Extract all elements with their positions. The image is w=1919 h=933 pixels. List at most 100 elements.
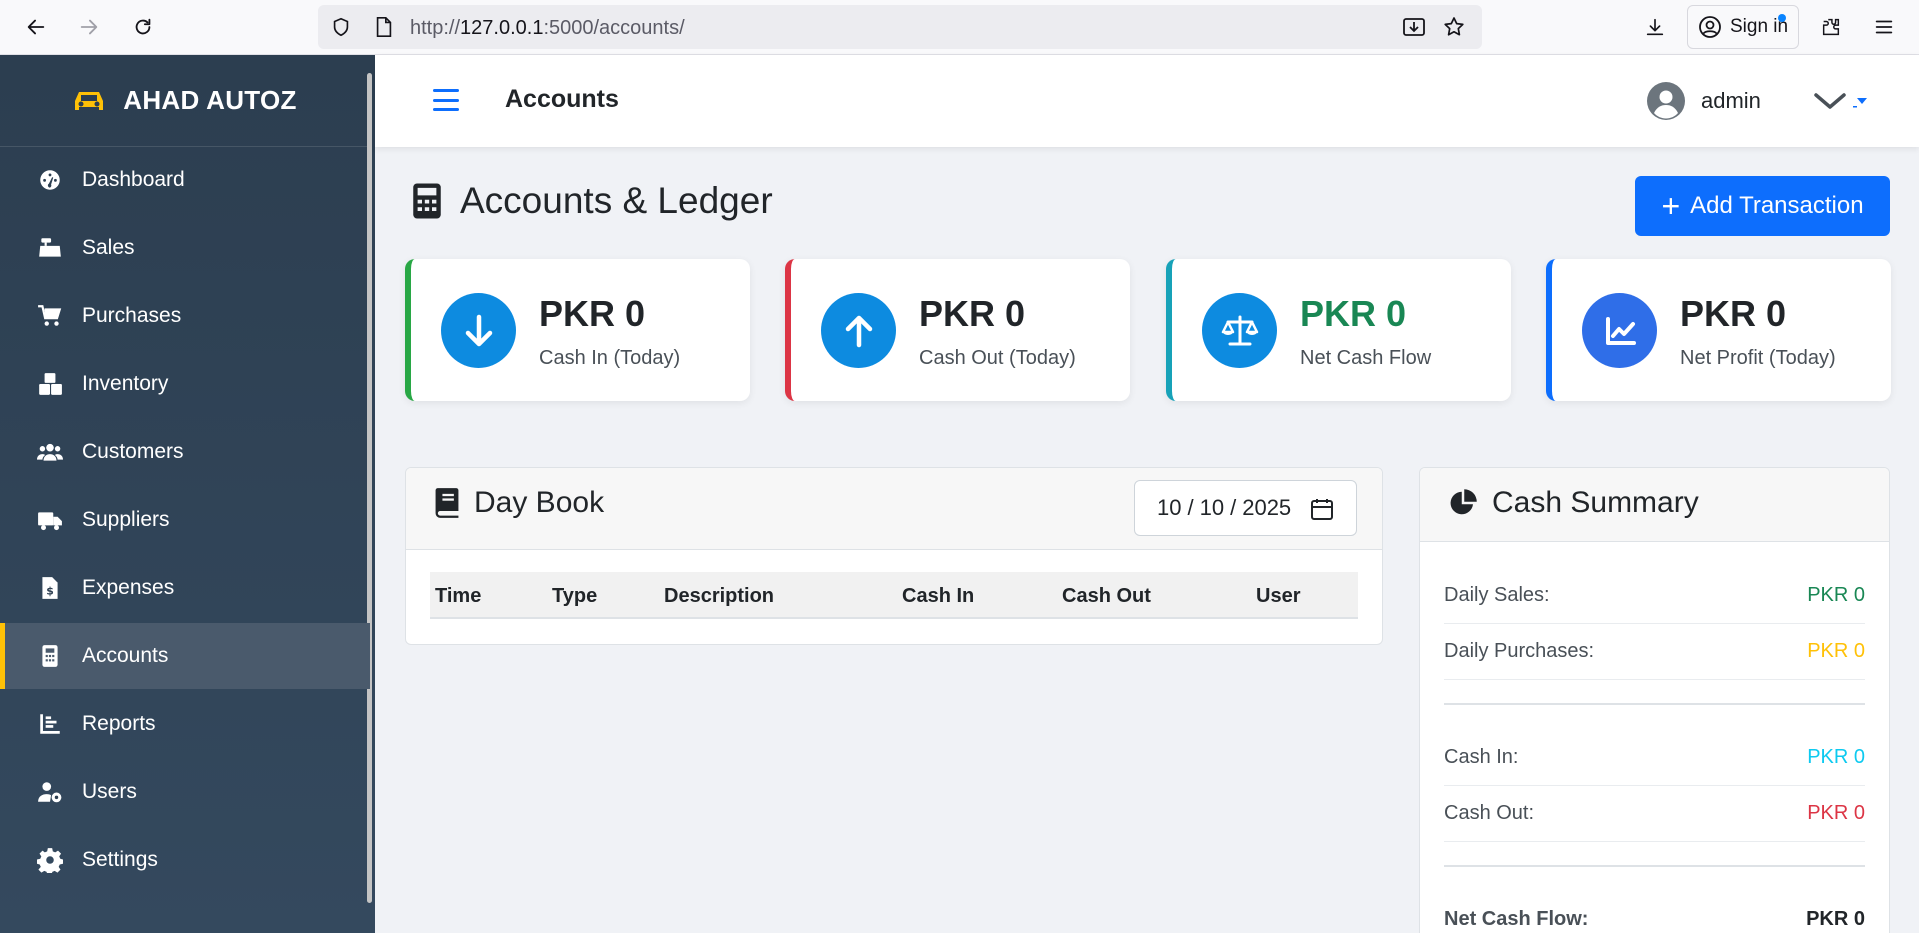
shield-icon[interactable]	[330, 16, 352, 38]
pie-chart-icon	[1450, 489, 1477, 515]
sidebar-item-label: Dashboard	[82, 168, 185, 191]
account-circle-icon	[1699, 16, 1721, 38]
summary-row-cash-out: Cash Out: PKR 0	[1444, 786, 1865, 842]
day-book-header: Day Book 10 / 10 / 2025	[406, 468, 1382, 550]
line-chart-icon	[1582, 293, 1657, 368]
section-title: Accounts & Ledger	[460, 180, 773, 221]
stat-card-net-cash-flow: PKR 0 Net Cash Flow	[1166, 259, 1511, 401]
sidebar-item-label: Inventory	[82, 372, 169, 395]
invoice-dollar-icon: $	[36, 574, 64, 602]
add-transaction-button[interactable]: + Add Transaction	[1635, 176, 1890, 236]
sidebar-toggle-icon[interactable]	[433, 89, 459, 111]
sidebar-item-label: Users	[82, 780, 137, 803]
stat-label: Cash Out (Today)	[919, 347, 1076, 369]
sidebar-item-label: Accounts	[82, 644, 169, 667]
stat-value: PKR 0	[919, 293, 1026, 334]
column-header-type[interactable]: Type	[552, 585, 597, 608]
browser-toolbar: http://127.0.0.1:5000/accounts/ Sign in	[0, 0, 1919, 55]
stat-label: Net Cash Flow	[1300, 347, 1432, 369]
sidebar-item-label: Settings	[82, 848, 158, 871]
summary-label: Daily Sales:	[1444, 584, 1550, 606]
summary-row-net-cash-flow: Net Cash Flow: PKR 0	[1444, 892, 1865, 933]
top-header: Accounts admin	[375, 55, 1919, 147]
column-header-cash-in[interactable]: Cash In	[902, 585, 974, 608]
date-year[interactable]: 2025	[1242, 495, 1291, 521]
forward-arrow-icon[interactable]	[72, 10, 106, 44]
avatar	[1647, 82, 1685, 120]
page-icon	[376, 17, 392, 37]
sidebar: AHAD AUTOZ Dashboard Sales Purchases Inv…	[0, 55, 375, 933]
arrow-down-icon	[441, 293, 516, 368]
stat-card-cash-in: PKR 0 Cash In (Today)	[405, 259, 750, 401]
sidebar-item-reports[interactable]: Reports	[0, 691, 370, 757]
sidebar-item-sales[interactable]: Sales	[0, 215, 370, 281]
sidebar-item-accounts[interactable]: Accounts	[0, 623, 370, 689]
sidebar-item-expenses[interactable]: $ Expenses	[0, 555, 370, 621]
cash-summary-title-text: Cash Summary	[1492, 486, 1699, 519]
sidebar-item-customers[interactable]: Customers	[0, 419, 370, 485]
table-header-row: Time Type Description Cash In Cash Out U…	[430, 572, 1358, 619]
brand[interactable]: AHAD AUTOZ	[0, 55, 370, 147]
summary-label: Cash Out:	[1444, 802, 1535, 824]
chevron-down-icon[interactable]	[1813, 91, 1847, 111]
page-title: Accounts	[505, 85, 619, 113]
stat-label: Net Profit (Today)	[1680, 347, 1836, 369]
stat-value: PKR 0	[1680, 293, 1787, 334]
user-gear-icon	[36, 778, 64, 806]
dashboard-gauge-icon	[36, 166, 64, 194]
user-menu[interactable]: admin	[1647, 82, 1871, 120]
url-text[interactable]: http://127.0.0.1:5000/accounts/	[410, 17, 685, 40]
calendar-icon[interactable]	[1310, 497, 1334, 521]
cart-icon	[36, 302, 64, 330]
date-day[interactable]: 10	[1200, 495, 1224, 521]
cash-summary-panel: Cash Summary Daily Sales: PKR 0 Daily Pu…	[1419, 467, 1890, 933]
car-icon	[75, 91, 104, 110]
date-input[interactable]: 10 / 10 / 2025	[1134, 480, 1357, 536]
extensions-puzzle-icon[interactable]	[1814, 10, 1848, 44]
stat-label: Cash In (Today)	[539, 347, 681, 369]
sidebar-item-purchases[interactable]: Purchases	[0, 283, 370, 349]
gear-icon	[36, 846, 64, 874]
stat-value: PKR 0	[1300, 293, 1407, 334]
balance-scale-icon	[1202, 293, 1277, 368]
summary-label: Cash In:	[1444, 746, 1519, 768]
column-header-description[interactable]: Description	[664, 585, 774, 608]
sidebar-item-label: Purchases	[82, 304, 182, 327]
stat-value: PKR 0	[539, 293, 646, 334]
bar-chart-icon	[36, 710, 64, 738]
sidebar-item-settings[interactable]: Settings	[0, 827, 370, 893]
cash-summary-header: Cash Summary	[1420, 468, 1889, 542]
truck-icon	[36, 506, 64, 534]
svg-text:$: $	[46, 585, 54, 598]
column-header-time[interactable]: Time	[435, 585, 481, 608]
sidebar-item-inventory[interactable]: Inventory	[0, 351, 370, 417]
bookmark-star-icon[interactable]	[1442, 15, 1466, 39]
back-arrow-icon[interactable]	[19, 10, 53, 44]
column-header-cash-out[interactable]: Cash Out	[1062, 585, 1151, 608]
summary-divider	[1444, 703, 1865, 705]
notification-dot	[1778, 14, 1786, 22]
sidebar-item-dashboard[interactable]: Dashboard	[0, 147, 370, 213]
user-name: admin	[1701, 88, 1761, 113]
summary-value: PKR 0	[1807, 746, 1865, 768]
sidebar-item-label: Customers	[82, 440, 184, 463]
caret-down-icon[interactable]	[1852, 94, 1871, 108]
column-header-user[interactable]: User	[1256, 585, 1300, 608]
install-page-icon[interactable]	[1402, 16, 1426, 38]
sidebar-item-suppliers[interactable]: Suppliers	[0, 487, 370, 553]
sidebar-item-label: Expenses	[82, 576, 175, 599]
book-icon	[435, 488, 459, 518]
section-heading: Accounts & Ledger	[412, 180, 773, 222]
add-transaction-label: Add Transaction	[1690, 192, 1864, 219]
sidebar-item-users[interactable]: Users	[0, 759, 370, 825]
summary-value: PKR 0	[1807, 802, 1865, 824]
arrow-up-icon	[821, 293, 896, 368]
download-icon[interactable]	[1638, 10, 1672, 44]
reload-icon[interactable]	[126, 10, 160, 44]
sign-in-button[interactable]: Sign in	[1687, 5, 1799, 49]
calculator-icon	[36, 642, 64, 670]
day-book-title-text: Day Book	[474, 486, 605, 519]
address-bar[interactable]: http://127.0.0.1:5000/accounts/	[318, 5, 1482, 49]
date-month[interactable]: 10	[1157, 495, 1181, 521]
app-menu-icon[interactable]	[1867, 10, 1901, 44]
